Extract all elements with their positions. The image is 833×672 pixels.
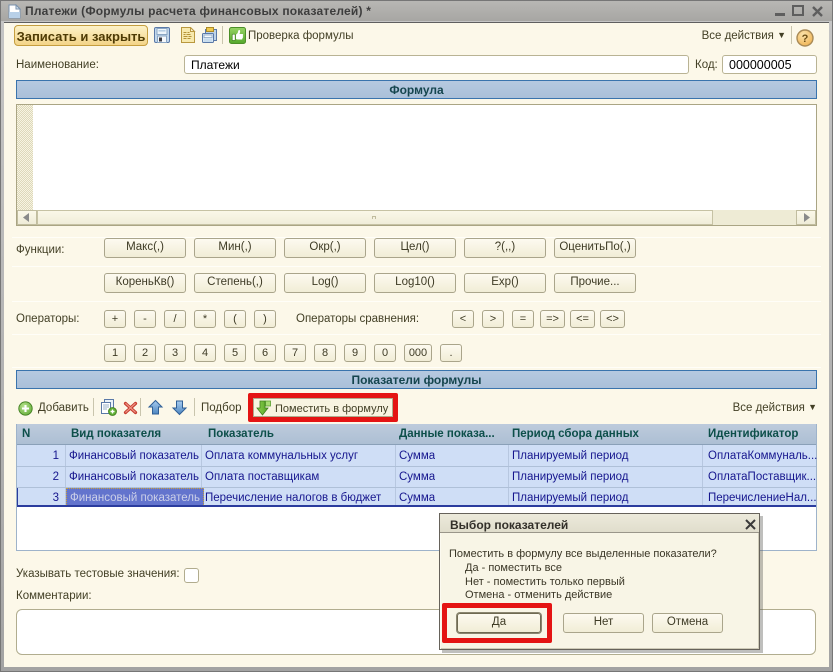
svg-text:?: ? [802, 33, 809, 45]
